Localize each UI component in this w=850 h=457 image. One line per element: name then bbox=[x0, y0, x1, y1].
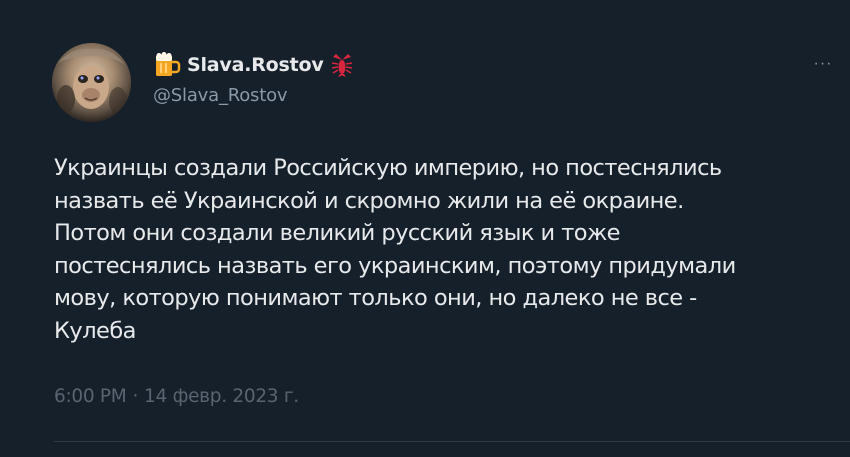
author-name-row[interactable]: Slava.Rostov bbox=[153, 50, 354, 80]
more-options-button[interactable]: ··· bbox=[808, 54, 838, 74]
avatar[interactable] bbox=[52, 43, 131, 122]
tweet-time-link[interactable]: 6:00 PM bbox=[54, 386, 127, 407]
tweet: Slava.Rostov @Slava_Rostov ··· Украинцы … bbox=[0, 0, 850, 457]
lobster-icon bbox=[330, 52, 354, 78]
author-display-name[interactable]: Slava.Rostov bbox=[187, 54, 324, 76]
tweet-timestamp: 6:00 PM · 14 февр. 2023 г. bbox=[54, 386, 299, 407]
beer-mug-icon bbox=[153, 52, 181, 78]
meta-separator: · bbox=[132, 386, 139, 407]
monkey-avatar-icon bbox=[52, 43, 131, 122]
tweet-date-link[interactable]: 14 февр. 2023 г. bbox=[144, 386, 299, 407]
author-handle[interactable]: @Slava_Rostov bbox=[153, 85, 288, 106]
divider bbox=[54, 441, 850, 442]
tweet-text: Украинцы создали Российскую империю, но … bbox=[54, 155, 736, 344]
